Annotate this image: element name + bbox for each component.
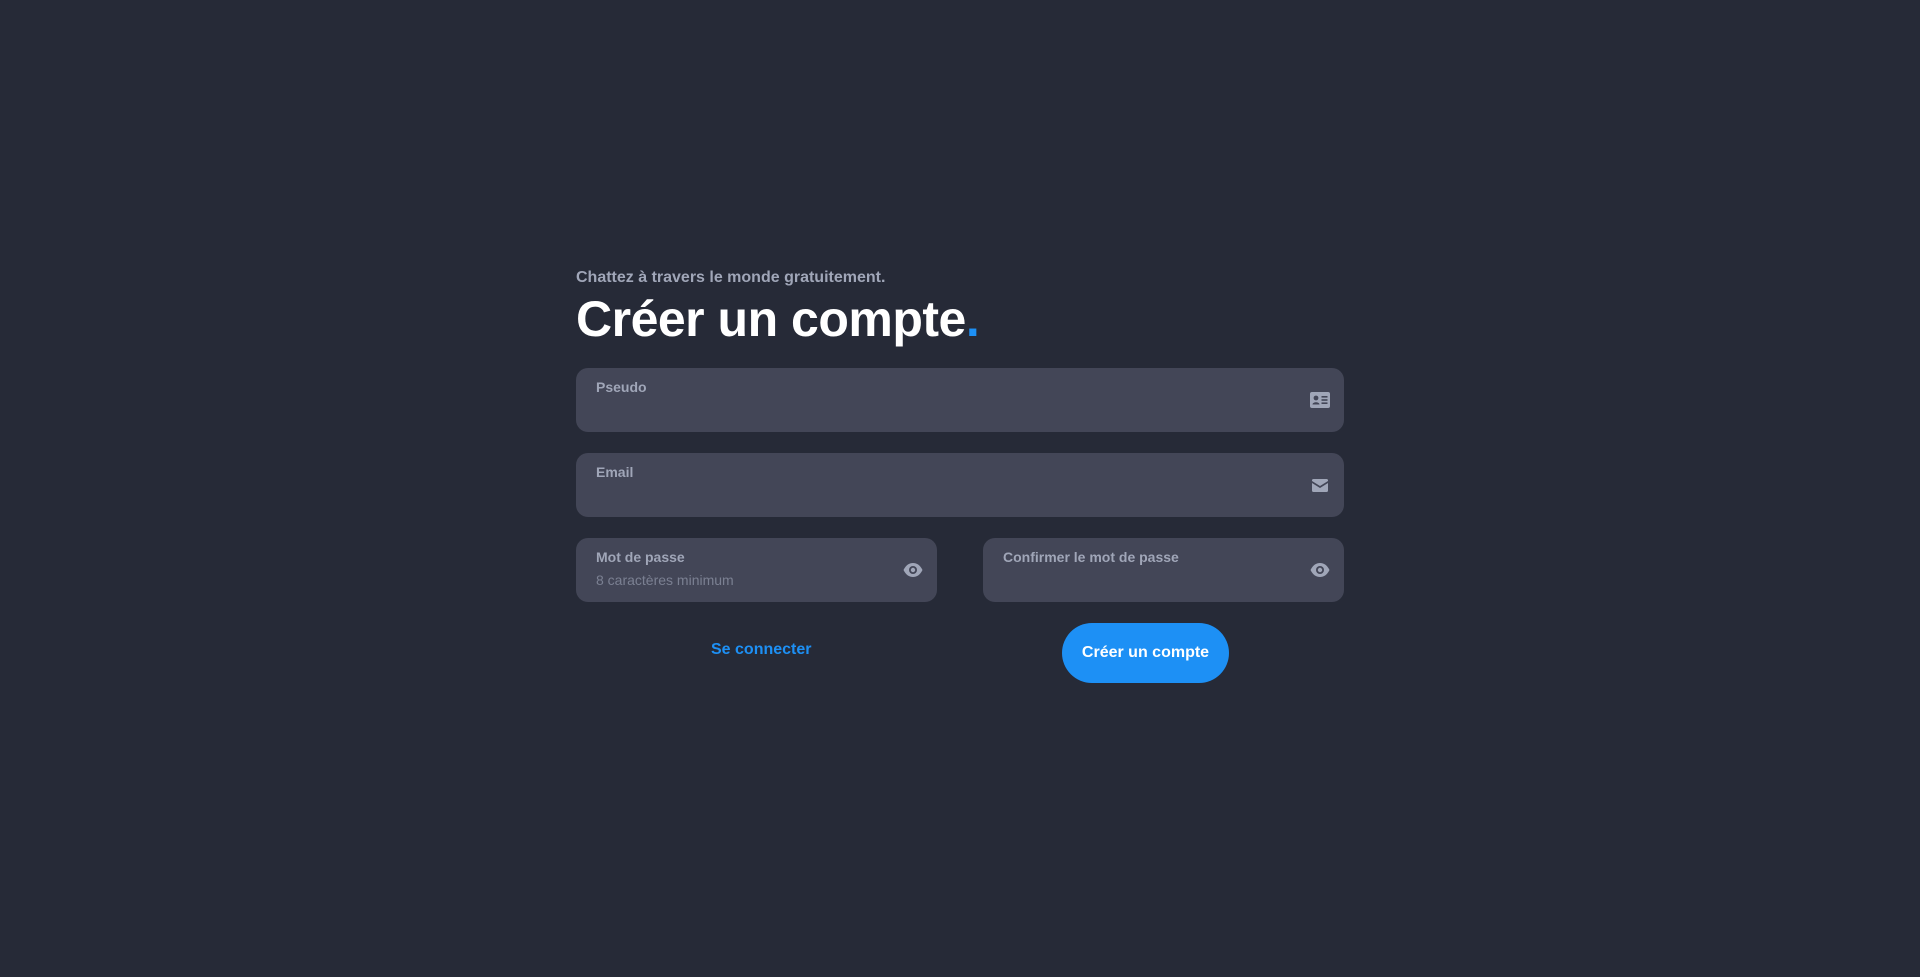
eye-icon[interactable] <box>1310 560 1330 580</box>
confirm-password-field[interactable]: Confirmer le mot de passe <box>983 538 1344 602</box>
email-label: Email <box>596 464 634 480</box>
envelope-icon <box>1310 475 1330 495</box>
signup-form: Chattez à travers le monde gratuitement.… <box>576 266 1344 683</box>
login-link[interactable]: Se connecter <box>711 641 811 659</box>
email-input[interactable] <box>596 485 1284 505</box>
email-field[interactable]: Email <box>576 453 1344 517</box>
pseudo-input[interactable] <box>596 400 1284 420</box>
password-label: Mot de passe <box>596 549 685 565</box>
id-card-icon <box>1310 390 1330 410</box>
pseudo-field[interactable]: Pseudo <box>576 368 1344 432</box>
password-field[interactable]: Mot de passe <box>576 538 937 602</box>
page-title: Créer un compte. <box>576 290 1344 348</box>
password-input[interactable] <box>596 570 877 590</box>
pseudo-label: Pseudo <box>596 379 647 395</box>
confirm-password-input[interactable] <box>1003 570 1284 590</box>
eye-icon[interactable] <box>903 560 923 580</box>
page-subtitle: Chattez à travers le monde gratuitement. <box>576 269 886 286</box>
page-title-text: Créer un compte <box>576 291 966 347</box>
create-account-button[interactable]: Créer un compte <box>1062 623 1229 683</box>
confirm-password-label: Confirmer le mot de passe <box>1003 549 1179 565</box>
title-accent-dot: . <box>965 291 980 347</box>
